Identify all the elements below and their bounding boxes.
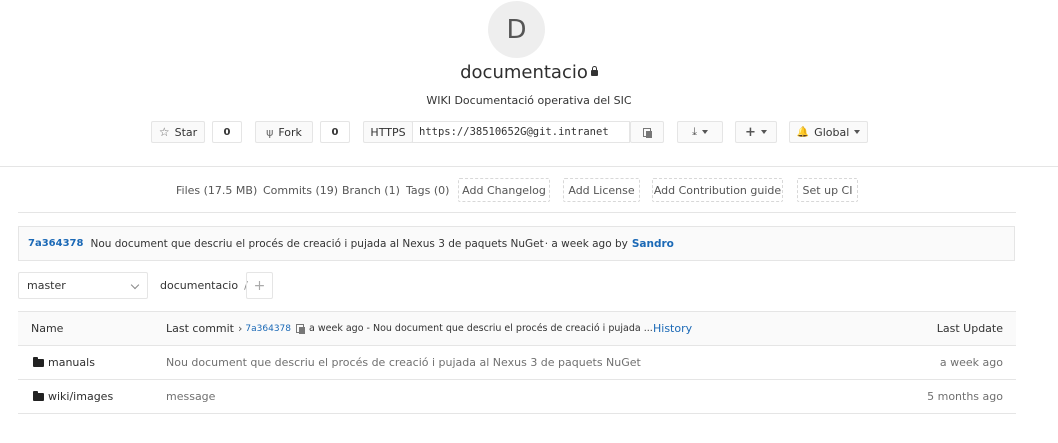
add-button[interactable]: +: [735, 121, 777, 143]
table-row[interactable]: wiki/images message 5 months ago: [18, 380, 1016, 414]
protocol-button[interactable]: HTTPS: [363, 121, 413, 143]
commit-meta: · a week ago by: [544, 237, 628, 250]
stat-commits[interactable]: Commits (19): [263, 178, 338, 202]
commit-message[interactable]: Nou document que descriu el procés de cr…: [90, 238, 543, 250]
download-button[interactable]: ⤓: [677, 121, 723, 143]
add-license-button[interactable]: Add License: [563, 178, 640, 202]
star-icon: ☆: [158, 125, 170, 139]
add-changelog-button[interactable]: Add Changelog: [458, 178, 550, 202]
breadcrumb-project[interactable]: documentacio: [160, 279, 238, 292]
download-icon: ⤓: [692, 125, 697, 138]
commit-author-link[interactable]: Sandro: [632, 238, 674, 250]
copy-url-button[interactable]: [630, 121, 664, 143]
plus-icon: +: [745, 124, 756, 140]
project-avatar: D: [488, 1, 545, 58]
column-name: Name: [31, 322, 64, 335]
clipboard-icon: [643, 127, 652, 138]
star-label: Star: [174, 125, 198, 139]
clone-url-input[interactable]: https://38510652G@git.intranet: [412, 121, 630, 143]
folder-icon: [33, 390, 44, 401]
chevron-right-icon: ›: [238, 322, 243, 335]
fork-label: Fork: [278, 125, 302, 139]
header-commit-sha[interactable]: 7a364378: [245, 324, 291, 334]
fork-button[interactable]: ψ Fork: [255, 121, 313, 143]
row-name[interactable]: manuals: [33, 346, 95, 379]
star-button[interactable]: ☆ Star: [151, 121, 205, 143]
stat-tags[interactable]: Tags (0): [406, 178, 449, 202]
project-description: WIKI Documentació operativa del SIC: [426, 94, 632, 107]
caret-down-icon: [854, 130, 861, 134]
row-last-update: a week ago: [939, 356, 1003, 369]
project-title: documentacio: [0, 62, 1058, 83]
file-table: Name Last commit › 7a364378 a week ago -…: [18, 311, 1016, 414]
last-commit-label: Last commit: [166, 322, 234, 335]
folder-icon: [33, 356, 44, 367]
avatar-letter: D: [506, 14, 527, 45]
last-commit-bar: 7a364378 Nou document que descriu el pro…: [18, 226, 1015, 261]
column-last-commit: Last commit › 7a364378 a week ago - Nou …: [166, 312, 653, 345]
star-count[interactable]: 0: [212, 121, 242, 143]
divider: [0, 166, 1058, 167]
project-name: documentacio: [460, 62, 588, 83]
column-last-update: Last Update: [936, 322, 1003, 335]
notification-button[interactable]: 🔔 Global: [789, 121, 868, 143]
row-last-update: 5 months ago: [927, 390, 1003, 403]
table-header: Name Last commit › 7a364378 a week ago -…: [18, 311, 1016, 346]
stat-branch[interactable]: Branch (1): [342, 178, 400, 202]
notification-label: Global: [814, 125, 850, 139]
branch-name: master: [27, 279, 66, 292]
row-commit-message[interactable]: message: [166, 380, 215, 413]
folder-name[interactable]: wiki/images: [48, 390, 113, 403]
add-file-button[interactable]: +: [246, 272, 273, 299]
fork-icon: ψ: [266, 125, 274, 139]
clipboard-icon[interactable]: [296, 324, 306, 334]
folder-name[interactable]: manuals: [48, 356, 95, 369]
chevron-down-icon: [130, 280, 140, 290]
history-link[interactable]: History: [653, 312, 692, 345]
lock-icon: [590, 66, 598, 76]
commit-sha-link[interactable]: 7a364378: [28, 238, 83, 249]
header-commit-text[interactable]: a week ago - Nou document que descriu el…: [309, 323, 653, 334]
bell-icon: 🔔: [796, 126, 810, 138]
setup-ci-button[interactable]: Set up CI: [797, 178, 858, 202]
row-name[interactable]: wiki/images: [33, 380, 113, 413]
stat-files[interactable]: Files (17.5 MB): [176, 178, 257, 202]
row-commit-message[interactable]: Nou document que descriu el procés de cr…: [166, 346, 641, 379]
breadcrumb: documentacio /: [160, 279, 248, 292]
table-row[interactable]: manuals Nou document que descriu el proc…: [18, 346, 1016, 380]
branch-select[interactable]: master: [18, 272, 148, 299]
fork-count[interactable]: 0: [320, 121, 350, 143]
divider: [18, 212, 1016, 213]
caret-down-icon: [701, 130, 708, 134]
caret-down-icon: [760, 130, 767, 134]
add-contribution-guide-button[interactable]: Add Contribution guide: [652, 178, 783, 202]
plus-icon: +: [253, 277, 266, 294]
